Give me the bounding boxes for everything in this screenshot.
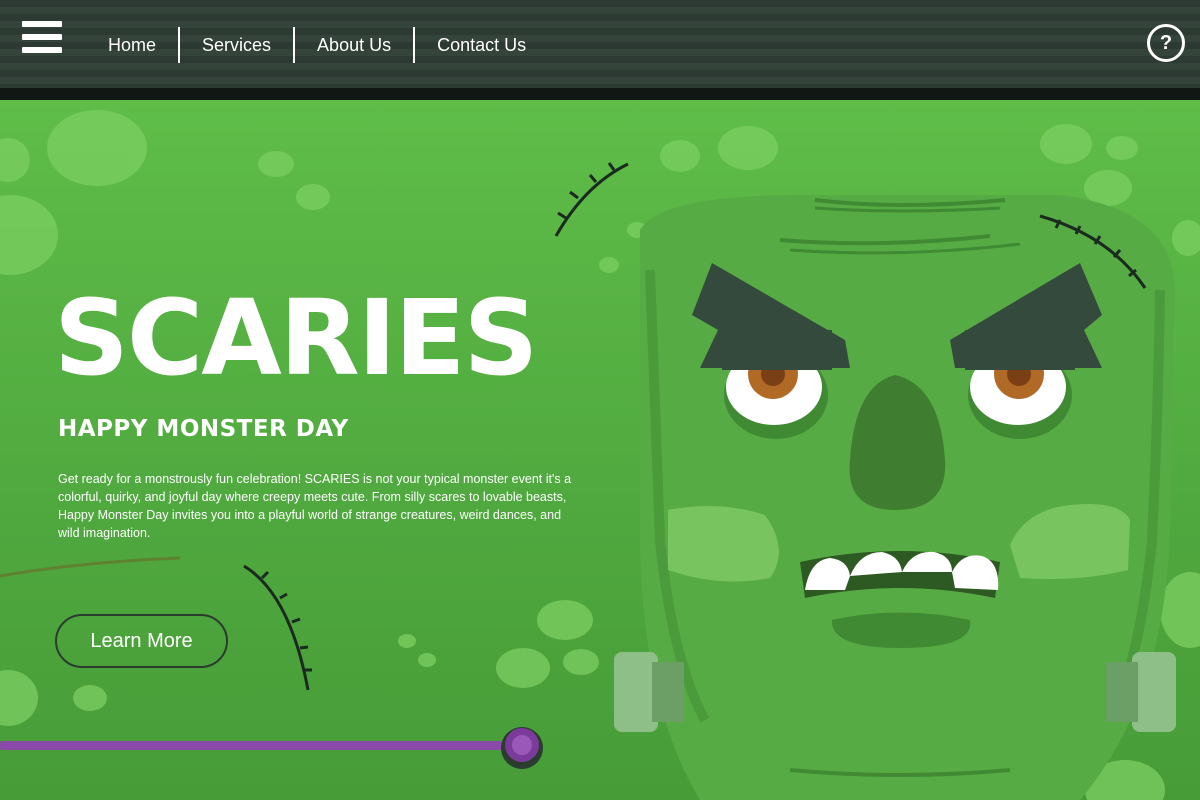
nav-link-about-us[interactable]: About Us (295, 26, 413, 64)
hero-section: SCARIES HAPPY MONSTER DAY Get ready for … (0, 100, 1200, 800)
nav-link-home[interactable]: Home (86, 26, 178, 64)
slider-decoration (0, 727, 543, 769)
monster-head (614, 195, 1176, 800)
learn-more-button[interactable]: Learn More (55, 614, 228, 668)
hamburger-menu-icon[interactable] (22, 21, 62, 59)
hero-subtitle: HAPPY MONSTER DAY (58, 416, 349, 442)
top-navigation: Home Services About Us Contact Us ? (0, 0, 1200, 100)
nav-link-contact-us[interactable]: Contact Us (415, 26, 548, 64)
help-icon[interactable]: ? (1147, 24, 1185, 62)
hero-description: Get ready for a monstrously fun celebrat… (58, 472, 572, 540)
monster-illustration (0, 110, 1200, 800)
nav-link-services[interactable]: Services (180, 26, 293, 64)
hero-title: SCARIES (54, 277, 538, 399)
nav-links: Home Services About Us Contact Us (86, 26, 548, 64)
